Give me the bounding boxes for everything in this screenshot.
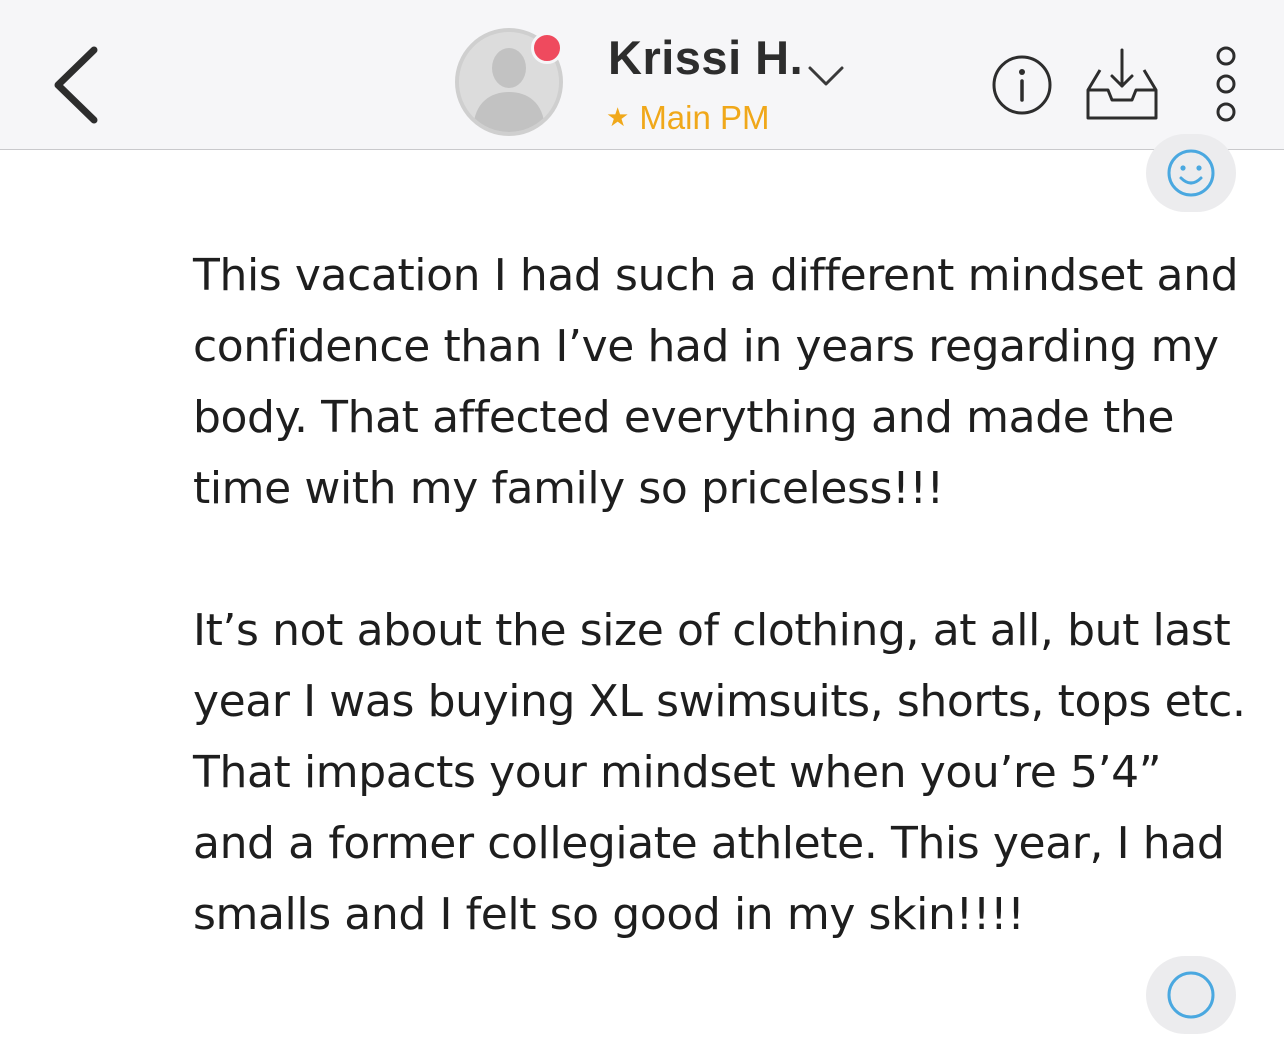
message-line: It’s not about the size of clothing, at …	[193, 605, 1231, 656]
emoji-reaction-button[interactable]	[1146, 956, 1236, 1034]
archive-button[interactable]	[1082, 46, 1162, 122]
message-line: confidence than I’ve had in years regard…	[193, 321, 1219, 372]
message-paragraph: This vacation I had such a different min…	[193, 240, 1253, 524]
info-icon	[992, 55, 1052, 115]
info-button[interactable]	[990, 53, 1054, 117]
smiley-icon	[1167, 971, 1215, 1019]
message-line: time with my family so priceless!!!	[193, 463, 944, 514]
smiley-icon	[1167, 149, 1215, 197]
back-button[interactable]	[44, 40, 114, 130]
message-line: body. That affected everything and made …	[193, 392, 1174, 443]
message-line: smalls and I felt so good in my skin!!!!	[193, 889, 1025, 940]
star-icon: ★	[606, 103, 630, 133]
message-body: This vacation I had such a different min…	[193, 240, 1253, 950]
message-line: year I was buying XL swimsuits, shorts, …	[193, 676, 1246, 727]
emoji-reaction-button[interactable]	[1146, 134, 1236, 212]
inbox-download-icon	[1086, 48, 1158, 120]
message-line: and a former collegiate athlete. This ye…	[193, 818, 1225, 869]
more-options-button[interactable]	[1206, 44, 1246, 126]
conversation-header: Krissi H. ★ Main PM	[0, 0, 1284, 150]
chevron-left-icon	[54, 46, 98, 124]
chevron-down-icon	[808, 66, 844, 86]
contact-name[interactable]: Krissi H.	[608, 30, 803, 85]
message-line: That impacts your mindset when you’re 5’…	[193, 747, 1162, 798]
folder-indicator: ★ Main PM	[606, 98, 770, 138]
vertical-dots-icon	[1216, 46, 1236, 122]
contact-dropdown-button[interactable]	[806, 60, 846, 90]
message-paragraph: It’s not about the size of clothing, at …	[193, 595, 1253, 950]
message-line: This vacation I had such a different min…	[193, 250, 1239, 301]
folder-label: Main PM	[639, 99, 770, 136]
unread-dot	[531, 32, 563, 64]
